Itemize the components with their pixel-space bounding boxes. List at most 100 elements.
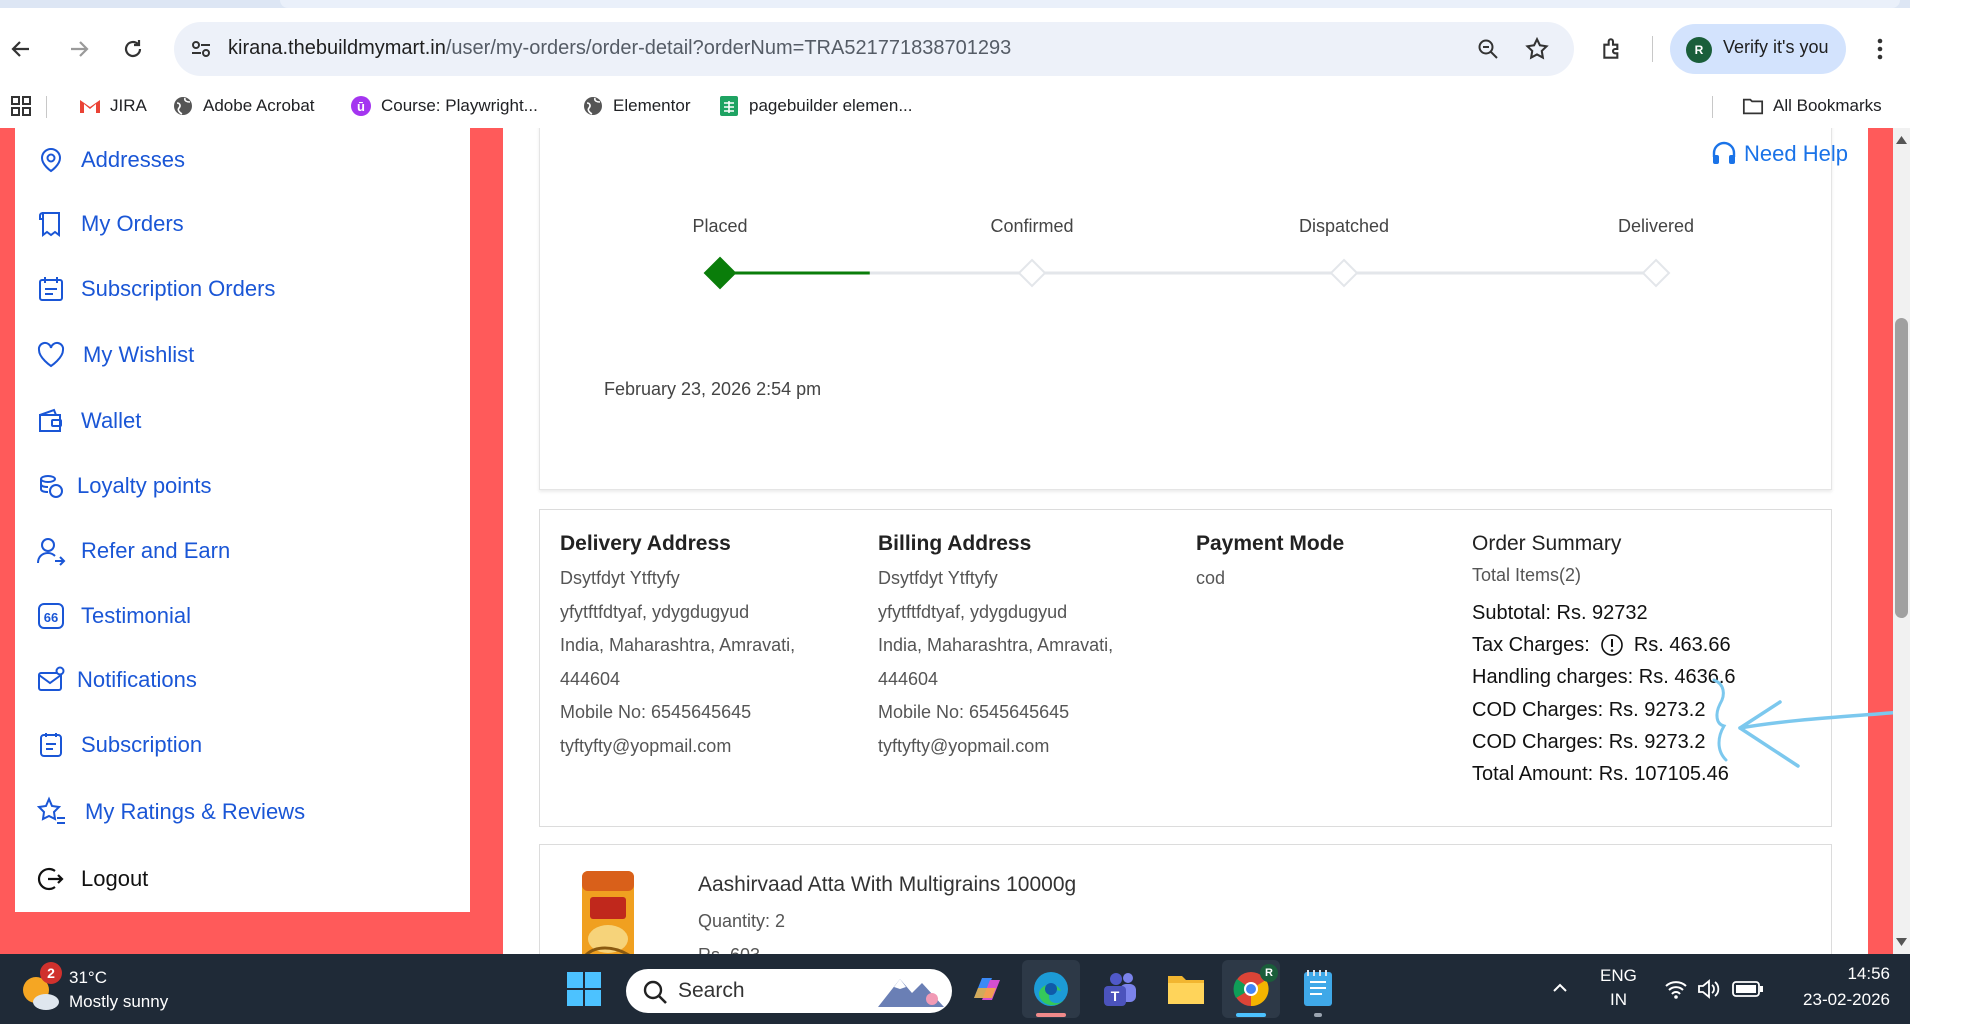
step-marker-dispatched xyxy=(1329,258,1359,288)
total-items: Total Items(2) xyxy=(1472,565,1582,585)
scroll-up-icon[interactable] xyxy=(1896,136,1907,144)
sidebar-item-testimonial[interactable]: 66 Testimonial xyxy=(35,596,191,636)
all-bookmarks-label: All Bookmarks xyxy=(1773,96,1882,115)
bookmark-label: JIRA xyxy=(110,96,147,115)
subtotal: Subtotal: Rs. 92732 xyxy=(1472,602,1648,624)
apps-grid-icon[interactable] xyxy=(10,95,32,122)
back-arrow-icon[interactable] xyxy=(6,34,36,64)
search-highlight-icon xyxy=(878,979,944,1007)
subscription-icon xyxy=(35,729,67,761)
address-bar[interactable]: kirana.thebuildmymart.in/user/my-orders/… xyxy=(174,22,1574,76)
bookmark-elementor[interactable]: Elementor xyxy=(582,84,690,128)
url-text[interactable]: kirana.thebuildmymart.in/user/my-orders/… xyxy=(228,37,1011,60)
copilot-icon[interactable] xyxy=(968,970,1006,1013)
system-tray-chevron-icon[interactable] xyxy=(1550,978,1570,1003)
sidebar-item-label: Logout xyxy=(81,866,149,891)
sidebar-item-label: Subscription xyxy=(81,732,203,757)
bookmark-jira[interactable]: JIRA xyxy=(79,84,147,128)
svg-text:ū: ū xyxy=(357,99,365,114)
placed-date: February 23, 2026 2:54 pm xyxy=(604,379,822,399)
sidebar-item-addresses[interactable]: Addresses xyxy=(35,140,185,180)
bookmark-divider xyxy=(46,96,47,118)
start-button[interactable] xyxy=(566,971,602,1012)
sidebar-item-my-wishlist[interactable]: My Wishlist xyxy=(35,335,194,375)
zoom-icon[interactable] xyxy=(1476,37,1500,66)
clock-time: 14:56 xyxy=(1847,964,1890,983)
extensions-icon[interactable] xyxy=(1600,36,1626,67)
bookmark-adobe-acrobat[interactable]: Adobe Acrobat xyxy=(172,84,315,128)
edge-app[interactable] xyxy=(1022,960,1080,1018)
delivery-line3: 444604 xyxy=(560,668,621,689)
taskbar-search[interactable]: Search xyxy=(626,969,952,1013)
all-bookmarks-button[interactable]: All Bookmarks xyxy=(1742,84,1882,128)
page-viewport: Addresses My Orders Subscription Orders … xyxy=(0,128,1910,954)
weather-widget[interactable]: 2 31°C Mostly sunny xyxy=(20,962,190,1016)
sidebar-item-my-ratings-reviews[interactable]: My Ratings & Reviews xyxy=(35,792,305,832)
sidebar-item-my-orders[interactable]: My Orders xyxy=(35,204,184,244)
bookmark-star-icon[interactable] xyxy=(1524,36,1550,67)
sidebar-item-label: Refer and Earn xyxy=(81,538,231,563)
notepad-icon[interactable] xyxy=(1300,968,1336,1017)
bookmark-label: pagebuilder elemen... xyxy=(749,96,913,115)
sidebar-item-notifications[interactable]: Notifications xyxy=(35,660,197,700)
sidebar-item-label: My Wishlist xyxy=(83,342,195,367)
reload-icon[interactable] xyxy=(118,34,148,64)
step-marker-placed xyxy=(703,256,737,290)
sidebar-item-subscription-orders[interactable]: Subscription Orders xyxy=(35,269,275,309)
sidebar-item-loyalty-points[interactable]: Loyalty points xyxy=(35,466,212,506)
language-indicator[interactable]: ENG IN xyxy=(1600,964,1660,1014)
delivery-email: tyftyfty@yopmail.com xyxy=(560,735,732,756)
chrome-app[interactable]: R xyxy=(1222,960,1280,1018)
billing-line2: India, Maharashtra, Amravati, xyxy=(878,635,1114,655)
site-settings-icon[interactable] xyxy=(190,38,212,65)
sidebar-item-label: Notifications xyxy=(77,667,197,692)
sidebar-item-refer-and-earn[interactable]: Refer and Earn xyxy=(35,531,230,571)
battery-icon[interactable] xyxy=(1732,980,1764,1003)
sidebar-item-subscription[interactable]: Subscription xyxy=(35,725,202,765)
teams-icon[interactable]: T xyxy=(1100,970,1140,1013)
forward-arrow-icon[interactable] xyxy=(64,34,94,64)
tab-strip xyxy=(0,0,1986,8)
payment-mode-title: Payment Mode xyxy=(1196,532,1345,555)
sidebar-item-wallet[interactable]: Wallet xyxy=(35,401,141,441)
info-icon[interactable] xyxy=(1600,633,1624,657)
calendar-list-icon xyxy=(35,273,67,305)
product-name[interactable]: Aashirvaad Atta With Multigrains 10000g xyxy=(698,873,1076,897)
file-explorer-icon[interactable] xyxy=(1166,970,1206,1013)
bookmark-divider xyxy=(1712,96,1713,118)
order-detail-content: Need Help Placed Confirmed Dispatched De… xyxy=(503,128,1868,954)
billing-address: Dsytfdyt Ytftyfy yfytftfdtyaf, ydygdugyu… xyxy=(878,562,1113,763)
verify-label: Verify it's you xyxy=(1723,37,1829,57)
wifi-icon[interactable] xyxy=(1664,978,1688,1005)
verify-profile-button[interactable]: R Verify it's you xyxy=(1670,24,1846,74)
billing-line3: 444604 xyxy=(878,668,939,689)
volume-icon[interactable] xyxy=(1696,978,1720,1005)
bookmark-label: Elementor xyxy=(613,96,691,115)
bookmark-course-playwright[interactable]: ū Course: Playwright... xyxy=(350,84,538,128)
logout-icon xyxy=(35,863,67,895)
sheets-icon xyxy=(718,95,740,117)
sidebar-item-logout[interactable]: Logout xyxy=(35,859,148,899)
folder-icon xyxy=(1742,95,1764,117)
sidebar-item-label: Testimonial xyxy=(81,603,192,628)
payment-mode-value: cod xyxy=(1196,568,1226,588)
more-menu-icon[interactable] xyxy=(1870,34,1890,69)
bookmark-pagebuilder[interactable]: pagebuilder elemen... xyxy=(718,84,913,128)
order-summary-lines: Subtotal: Rs. 92732 Tax Charges: Rs. 463… xyxy=(1472,597,1736,790)
globe-icon xyxy=(172,95,194,117)
delivery-mobile: Mobile No: 6545645645 xyxy=(560,702,752,722)
weather-temp: 31°C xyxy=(69,968,107,987)
quote-icon: 66 xyxy=(35,600,67,632)
clock-date: 23-02-2026 xyxy=(1803,990,1890,1009)
need-help-link[interactable]: Need Help xyxy=(1710,140,1848,168)
chrome-active-indicator xyxy=(1236,1013,1266,1017)
page-scrollbar[interactable] xyxy=(1893,128,1910,954)
avatar: R xyxy=(1686,37,1712,63)
bookmarks-bar: JIRA Adobe Acrobat ū Course: Playwright.… xyxy=(0,84,1986,128)
refer-user-icon xyxy=(35,535,67,567)
scroll-down-icon[interactable] xyxy=(1896,938,1907,946)
star-review-icon xyxy=(35,796,67,828)
scrollbar-thumb[interactable] xyxy=(1895,318,1908,618)
delivery-line1: yfytftfdtyaf, ydygdugyud xyxy=(560,601,750,622)
clock[interactable]: 14:56 23-02-2026 xyxy=(1780,960,1900,1016)
